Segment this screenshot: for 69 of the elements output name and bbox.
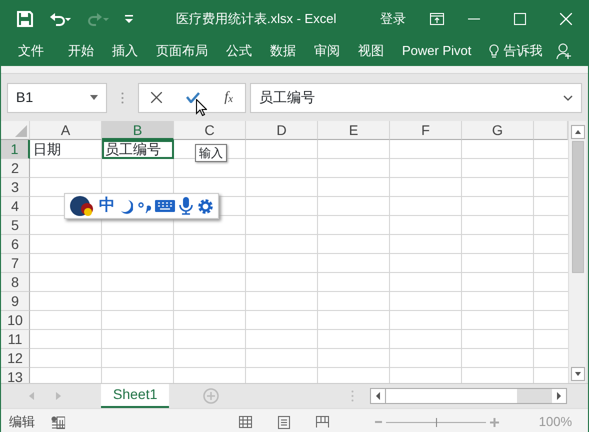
ribbon-tab[interactable]: 页面布局 (147, 41, 217, 61)
enter-button[interactable] (186, 92, 200, 103)
macro-record-icon[interactable] (51, 416, 65, 428)
ribbon-tab[interactable]: 公式 (217, 41, 261, 61)
name-box[interactable]: B1 (7, 82, 107, 112)
window-title: 医疗费用统计表.xlsx - Excel (176, 10, 336, 28)
row-header[interactable]: 6 (1, 235, 30, 254)
status-mode: 编辑 (9, 413, 35, 432)
maximize-icon[interactable] (514, 12, 526, 24)
undo-icon[interactable] (49, 10, 71, 26)
ribbon-tab[interactable]: 视图 (349, 41, 393, 61)
save-icon[interactable] (17, 10, 33, 26)
row-header[interactable]: 7 (1, 254, 30, 273)
scroll-down-icon[interactable] (570, 367, 584, 381)
insert-function-button[interactable]: f$_{x}$ (224, 87, 233, 108)
column-header[interactable]: C (174, 121, 246, 140)
dropdown-icon[interactable] (90, 95, 98, 100)
row-header[interactable]: 1 (1, 140, 30, 159)
sheet-tab[interactable]: Sheet1 (101, 384, 170, 408)
table-cell-text: 日期 (32, 140, 62, 159)
row-header[interactable]: 4 (1, 197, 30, 216)
ribbon-tab[interactable]: Power Pivot (393, 41, 480, 61)
settings-icon[interactable] (197, 198, 214, 214)
ribbon-tab[interactable]: 开始 (59, 41, 103, 61)
column-header[interactable]: D (246, 121, 318, 140)
input-mode-button[interactable]: 中 (99, 194, 115, 218)
moon-icon[interactable] (119, 198, 133, 214)
scroll-up-icon[interactable] (570, 125, 584, 139)
lightbulb-icon (489, 44, 500, 58)
ime-logo-icon[interactable] (69, 195, 95, 217)
row-header[interactable]: 3 (1, 178, 30, 197)
row-header[interactable]: 13 (1, 368, 30, 383)
ribbon-tab[interactable]: 审阅 (305, 41, 349, 61)
formula-field[interactable]: 员工编号 (250, 82, 582, 112)
tooltip: 输入 (195, 144, 227, 162)
vertical-scrollbar[interactable] (568, 121, 586, 383)
row-header[interactable]: 2 (1, 159, 30, 178)
close-icon[interactable] (560, 12, 572, 24)
column-header[interactable]: E (318, 121, 390, 140)
check-icon (186, 92, 200, 103)
row-header[interactable]: 5 (1, 216, 30, 235)
row-header[interactable]: 12 (1, 349, 30, 368)
page-layout-icon[interactable] (278, 416, 290, 428)
microphone-icon[interactable] (179, 197, 193, 215)
horizontal-scrollbar[interactable] (370, 388, 567, 404)
row-header[interactable]: 11 (1, 330, 30, 349)
keyboard-icon[interactable] (155, 200, 175, 212)
ribbon-tab[interactable]: 文件 (9, 41, 53, 61)
column-header[interactable]: B (102, 121, 174, 140)
customize-icon[interactable] (125, 14, 133, 24)
expand-icon[interactable] (563, 94, 573, 100)
normal-view-icon[interactable] (238, 416, 252, 428)
share-icon[interactable] (556, 43, 572, 59)
column-header[interactable]: G (462, 121, 534, 140)
active-cell[interactable]: 员工编号 (102, 140, 174, 159)
ribbon-tab[interactable]: 插入 (103, 41, 147, 61)
row-header[interactable]: 9 (1, 292, 30, 311)
page-break-icon[interactable] (316, 416, 329, 428)
row-header[interactable]: 8 (1, 273, 30, 292)
sign-in-button[interactable]: 登录 (380, 8, 406, 28)
grip-icon (121, 92, 124, 104)
tell-me-button[interactable]: 告诉我 (480, 41, 552, 61)
ribbon-display-icon[interactable] (430, 12, 444, 24)
column-header[interactable]: F (390, 121, 462, 140)
ribbon-tab[interactable]: 数据 (261, 41, 305, 61)
cancel-button[interactable] (151, 92, 162, 103)
column-header[interactable]: A (30, 121, 102, 140)
row-header[interactable]: 10 (1, 311, 30, 330)
close-icon (151, 92, 162, 103)
